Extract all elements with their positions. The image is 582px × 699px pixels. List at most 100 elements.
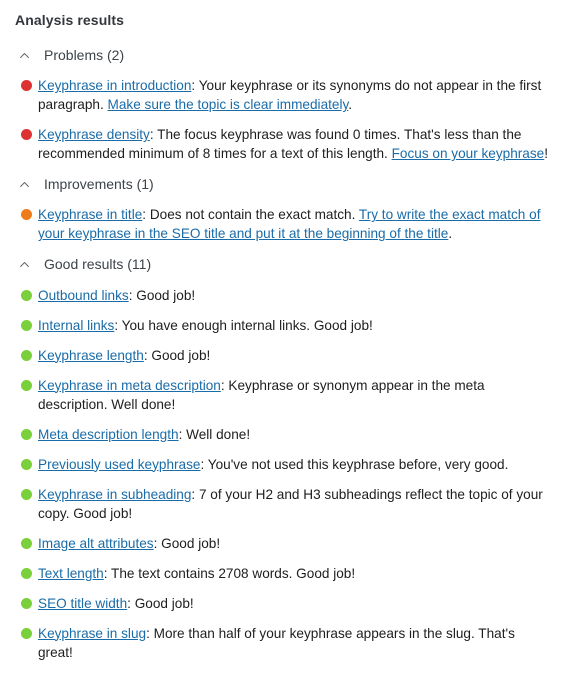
link-image-alt-attributes-0[interactable]: Image alt attributes: [38, 536, 154, 551]
status-bullet-good-results-icon: [21, 597, 32, 609]
section-header-improvements[interactable]: Improvements (1): [14, 175, 154, 193]
result-text-keyphrase-in-introduction: Keyphrase in introduction: Your keyphras…: [38, 76, 549, 114]
link-internal-links-0[interactable]: Internal links: [38, 318, 114, 333]
result-text-seo-title-width: SEO title width: Good job!: [38, 594, 549, 613]
result-item-meta-description-length: Meta description length: Well done!: [14, 425, 554, 444]
result-text-fragment: .: [348, 97, 353, 113]
result-item-keyphrase-in-subheading: Keyphrase in subheading: 7 of your H2 an…: [14, 485, 554, 523]
link-seo-title-width-0[interactable]: SEO title width: [38, 596, 127, 611]
status-bullet-good-results-icon: [21, 319, 32, 331]
status-bullet-good-results-icon: [21, 458, 32, 470]
result-item-text-length: Text length: The text contains 2708 word…: [14, 564, 554, 583]
section-improvements: Improvements (1) Keyphrase in title: Does…: [14, 175, 554, 243]
link-keyphrase-in-introduction-2[interactable]: Make sure the topic is clear immediately: [108, 97, 349, 112]
bullet-wrap: [14, 624, 38, 643]
result-list-good-results: Outbound links: Good job! Internal links:…: [14, 286, 554, 662]
result-text-fragment: : Good job!: [127, 595, 194, 611]
result-text-keyphrase-in-slug: Keyphrase in slug: More than half of you…: [38, 624, 549, 662]
link-keyphrase-in-introduction-0[interactable]: Keyphrase in introduction: [38, 78, 191, 93]
result-text-previously-used-keyphrase: Previously used keyphrase: You've not us…: [38, 455, 549, 474]
result-text-fragment: : You've not used this keyphrase before,…: [200, 456, 509, 472]
bullet-wrap: [14, 286, 38, 305]
link-keyphrase-density-0[interactable]: Keyphrase density: [38, 127, 150, 142]
status-bullet-good-results-icon: [21, 428, 32, 440]
section-problems: Problems (2) Keyphrase in introduction: Y…: [14, 46, 554, 163]
bullet-wrap: [14, 485, 38, 504]
link-keyphrase-length-0[interactable]: Keyphrase length: [38, 348, 144, 363]
result-text-keyphrase-in-title: Keyphrase in title: Does not contain the…: [38, 205, 549, 243]
result-text-fragment: : Well done!: [178, 426, 251, 442]
link-previously-used-keyphrase-0[interactable]: Previously used keyphrase: [38, 457, 200, 472]
result-text-meta-description-length: Meta description length: Well done!: [38, 425, 549, 444]
bullet-wrap: [14, 534, 38, 553]
result-item-keyphrase-in-slug: Keyphrase in slug: More than half of you…: [14, 624, 554, 662]
bullet-wrap: [14, 425, 38, 444]
result-text-fragment: : Good job!: [143, 347, 211, 363]
result-text-fragment: : The text contains 2708 words. Good job…: [103, 565, 356, 581]
result-text-keyphrase-in-meta-description: Keyphrase in meta description: Keyphrase…: [38, 376, 549, 414]
result-item-previously-used-keyphrase: Previously used keyphrase: You've not us…: [14, 455, 554, 474]
bullet-wrap: [14, 346, 38, 365]
section-header-problems[interactable]: Problems (2): [14, 46, 124, 64]
result-item-seo-title-width: SEO title width: Good job!: [14, 594, 554, 613]
link-keyphrase-in-slug-0[interactable]: Keyphrase in slug: [38, 626, 146, 641]
result-item-keyphrase-in-meta-description: Keyphrase in meta description: Keyphrase…: [14, 376, 554, 414]
result-item-keyphrase-density: Keyphrase density: The focus keyphrase w…: [14, 125, 554, 163]
bullet-wrap: [14, 564, 38, 583]
section-title-good-results: Good results (11): [44, 256, 152, 273]
result-list-improvements: Keyphrase in title: Does not contain the…: [14, 205, 554, 243]
link-keyphrase-in-meta-description-0[interactable]: Keyphrase in meta description: [38, 378, 221, 393]
bullet-wrap: [14, 376, 38, 395]
status-bullet-good-results-icon: [21, 567, 32, 579]
result-text-keyphrase-in-subheading: Keyphrase in subheading: 7 of your H2 an…: [38, 485, 549, 523]
result-item-outbound-links: Outbound links: Good job!: [14, 286, 554, 305]
link-outbound-links-0[interactable]: Outbound links: [38, 288, 129, 303]
status-bullet-good-results-icon: [21, 379, 32, 391]
status-bullet-good-results-icon: [21, 537, 32, 549]
link-text-length-0[interactable]: Text length: [38, 566, 104, 581]
result-text-image-alt-attributes: Image alt attributes: Good job!: [38, 534, 549, 553]
result-item-keyphrase-in-title: Keyphrase in title: Does not contain the…: [14, 205, 554, 243]
result-item-keyphrase-in-introduction: Keyphrase in introduction: Your keyphras…: [14, 76, 554, 114]
bullet-wrap: [14, 455, 38, 474]
result-text-fragment: .: [448, 226, 453, 242]
result-list-problems: Keyphrase in introduction: Your keyphras…: [14, 76, 554, 163]
status-bullet-good-results-icon: [21, 627, 32, 639]
result-item-image-alt-attributes: Image alt attributes: Good job!: [14, 534, 554, 553]
chevron-up-icon: [16, 256, 32, 272]
result-text-fragment: : Does not contain the exact match.: [142, 207, 359, 223]
link-keyphrase-density-2[interactable]: Focus on your keyphrase: [392, 146, 545, 161]
link-keyphrase-in-title-0[interactable]: Keyphrase in title: [38, 207, 142, 222]
bullet-wrap: [14, 125, 38, 144]
analysis-sections: Problems (2) Keyphrase in introduction: Y…: [14, 46, 554, 662]
analysis-results-panel: Analysis results Problems (2) Keyphrase i…: [0, 0, 582, 684]
page-title: Analysis results: [15, 12, 124, 28]
status-bullet-problems-icon: [21, 129, 32, 141]
result-text-fragment: : Good job!: [128, 287, 196, 303]
status-bullet-good-results-icon: [21, 289, 32, 301]
result-item-internal-links: Internal links: You have enough internal…: [14, 316, 554, 335]
bullet-wrap: [14, 594, 38, 613]
result-text-keyphrase-density: Keyphrase density: The focus keyphrase w…: [38, 125, 549, 163]
bullet-wrap: [14, 76, 38, 95]
section-header-good-results[interactable]: Good results (11): [14, 255, 151, 273]
result-text-internal-links: Internal links: You have enough internal…: [38, 316, 549, 335]
chevron-up-icon: [16, 47, 32, 63]
link-meta-description-length-0[interactable]: Meta description length: [38, 427, 179, 442]
section-good-results: Good results (11) Outbound links: Good jo…: [14, 255, 554, 661]
result-text-outbound-links: Outbound links: Good job!: [38, 286, 549, 305]
status-bullet-good-results-icon: [21, 349, 32, 361]
chevron-up-icon: [16, 176, 32, 192]
section-title-improvements: Improvements (1): [44, 176, 154, 193]
result-text-keyphrase-length: Keyphrase length: Good job!: [38, 346, 549, 365]
bullet-wrap: [14, 316, 38, 335]
status-bullet-improvements-icon: [21, 209, 32, 221]
link-keyphrase-in-subheading-0[interactable]: Keyphrase in subheading: [38, 487, 191, 502]
result-text-fragment: : You have enough internal links. Good j…: [114, 317, 373, 333]
status-bullet-good-results-icon: [21, 488, 32, 500]
result-text-fragment: !: [544, 146, 549, 162]
status-bullet-problems-icon: [21, 80, 32, 92]
result-text-fragment: : Good job!: [153, 535, 221, 551]
result-item-keyphrase-length: Keyphrase length: Good job!: [14, 346, 554, 365]
result-text-text-length: Text length: The text contains 2708 word…: [38, 564, 549, 583]
